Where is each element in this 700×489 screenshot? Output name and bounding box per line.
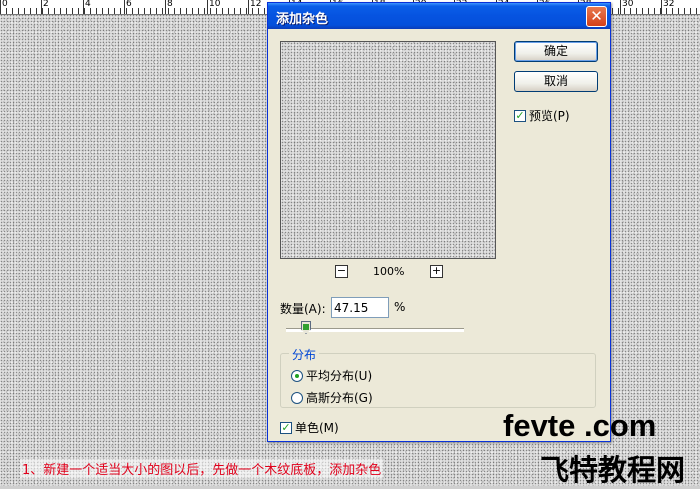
zoom-out-button[interactable]: − bbox=[335, 265, 348, 278]
checkmark-icon: ✓ bbox=[281, 420, 291, 434]
dialog-title-bar[interactable]: 添加杂色 ✕ bbox=[268, 3, 610, 29]
ruler-major-tick bbox=[620, 0, 621, 14]
slider-thumb-indicator bbox=[303, 324, 309, 330]
ruler-number: 4 bbox=[85, 0, 91, 9]
ruler-number: 8 bbox=[167, 0, 173, 9]
monochromatic-checkbox-label: 单色(M) bbox=[295, 421, 339, 435]
dialog-title: 添加杂色 bbox=[276, 12, 329, 27]
ruler-number: 6 bbox=[126, 0, 132, 9]
radio-gaussian-row[interactable]: 高斯分布(G) bbox=[291, 389, 373, 406]
radio-uniform-label: 平均分布(U) bbox=[306, 369, 373, 383]
ruler-number: 30 bbox=[622, 0, 634, 9]
zoom-in-button[interactable]: + bbox=[430, 265, 443, 278]
ruler-major-tick bbox=[0, 0, 1, 14]
brand-watermark-bottom: 飞特教程网 bbox=[540, 453, 686, 487]
add-noise-dialog: 添加杂色 ✕ − 100% + 确定 取消 ✓ 预览(P) 数量(A): % 分… bbox=[267, 2, 611, 442]
close-button[interactable]: ✕ bbox=[586, 6, 607, 27]
distribution-group: 分布 平均分布(U) 高斯分布(G) bbox=[280, 346, 596, 408]
radio-gaussian-label: 高斯分布(G) bbox=[306, 391, 373, 405]
checkmark-icon: ✓ bbox=[515, 108, 525, 122]
tutorial-caption: 1、新建一个适当大小的图以后，先做一个木纹底板，添加杂色 bbox=[20, 459, 384, 478]
ruler-major-tick bbox=[207, 0, 208, 14]
amount-unit: % bbox=[394, 300, 406, 314]
preview-checkbox-label: 预览(P) bbox=[529, 109, 570, 123]
close-icon: ✕ bbox=[590, 7, 603, 25]
radio-uniform-row[interactable]: 平均分布(U) bbox=[291, 367, 372, 384]
amount-slider-track[interactable] bbox=[286, 328, 464, 332]
ruler-major-tick bbox=[41, 0, 42, 14]
amount-input[interactable] bbox=[331, 297, 389, 318]
monochromatic-checkbox[interactable]: ✓ bbox=[280, 420, 292, 434]
radio-uniform[interactable] bbox=[291, 369, 303, 382]
amount-label: 数量(A): bbox=[280, 302, 326, 316]
ruler-number: 12 bbox=[250, 0, 262, 9]
ruler-number: 0 bbox=[2, 0, 8, 9]
preview-image bbox=[281, 42, 495, 258]
preview-checkbox-row[interactable]: ✓ 预览(P) bbox=[514, 107, 570, 124]
radio-gaussian[interactable] bbox=[291, 391, 303, 404]
preview-area[interactable] bbox=[280, 41, 496, 259]
ruler-major-tick bbox=[248, 0, 249, 14]
ruler-number: 32 bbox=[663, 0, 675, 9]
ok-button[interactable]: 确定 bbox=[514, 41, 598, 62]
cancel-button[interactable]: 取消 bbox=[514, 71, 598, 92]
zoom-level: 100% bbox=[373, 265, 405, 278]
plus-icon: + bbox=[431, 264, 442, 277]
ruler-major-tick bbox=[165, 0, 166, 14]
ruler-major-tick bbox=[661, 0, 662, 14]
monochromatic-checkbox-row[interactable]: ✓ 单色(M) bbox=[280, 419, 339, 436]
distribution-group-label: 分布 bbox=[289, 346, 320, 363]
brand-watermark-top: fevte .com bbox=[503, 408, 657, 443]
ruler-major-tick bbox=[124, 0, 125, 14]
minus-icon: − bbox=[336, 264, 347, 277]
ruler-number: 2 bbox=[43, 0, 49, 9]
ruler-major-tick bbox=[83, 0, 84, 14]
ruler-number: 10 bbox=[209, 0, 221, 9]
preview-checkbox[interactable]: ✓ bbox=[514, 108, 526, 122]
